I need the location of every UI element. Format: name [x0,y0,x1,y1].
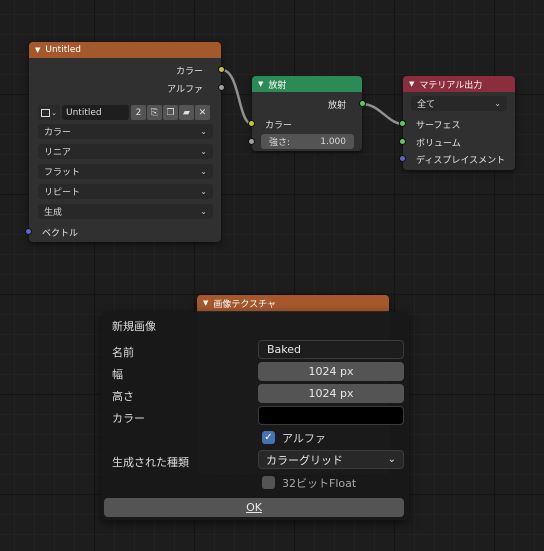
chevron-down-icon: ⌄ [51,108,57,117]
image-node-header[interactable]: ▼ Untitled [29,42,221,58]
height-field[interactable]: 1024 px [258,384,404,403]
chevron-down-icon: ⌄ [200,187,207,196]
input-vector-socket[interactable] [25,228,32,235]
generated-type-dropdown[interactable]: カラーグリッド ⌄ [258,450,404,469]
image-browse-button[interactable]: ⌄ [38,105,60,120]
float-checkbox[interactable] [262,476,275,489]
image-name-field[interactable]: Untitled [62,105,129,120]
input-strength-socket[interactable] [248,138,255,145]
link-emission-to-surface [361,102,404,126]
chevron-down-icon: ⌄ [200,167,207,176]
image-icon [41,108,51,117]
alpha-label: アルファ [282,432,326,445]
width-label: 幅 [112,368,123,381]
duplicate-image-icon[interactable]: ❐ [163,105,178,120]
output-color-label: カラー [175,67,203,77]
chevron-down-icon: ⌄ [494,99,501,108]
projection-dropdown[interactable]: フラット ⌄ [38,164,213,179]
interpolation-dropdown[interactable]: リニア ⌄ [38,144,213,159]
collapse-arrow-icon[interactable]: ▼ [258,80,263,88]
colorspace-dropdown[interactable]: カラー ⌄ [38,124,213,139]
material-output-node[interactable]: ▼ マテリアル出力 全て ⌄ サーフェス ボリューム ディスプレイスメント [399,76,515,170]
tex-node-title: 画像テクスチャ [213,299,277,310]
extension-dropdown[interactable]: リピート ⌄ [38,184,213,199]
input-displacement-label: ディスプレイスメント [416,156,506,166]
chevron-down-icon: ⌄ [200,127,207,136]
collapse-arrow-icon[interactable]: ▼ [35,46,40,54]
tex-node-header[interactable]: ▼ 画像テクスチャ [197,295,389,311]
unlink-close-icon[interactable]: ✕ [195,105,210,120]
height-label: 高さ [112,390,134,403]
input-surface-socket[interactable] [399,120,406,127]
image-texture-node[interactable]: ▼ Untitled カラー アルファ ⌄ Untitled 2 ⎘ ❐ ▰ ✕… [25,42,225,242]
float-label: 32ビットFloat [282,477,357,490]
dialog-title: 新規画像 [112,320,156,333]
new-image-dialog[interactable]: 新規画像 名前 Baked 幅 1024 px 高さ 1024 px カラー ✓… [101,312,409,520]
strength-field[interactable]: 強さ: 1.000 [261,134,354,149]
output-color-socket[interactable] [218,66,225,73]
fake-user-icon[interactable]: ⎘ [147,105,162,120]
color-label: カラー [112,412,145,425]
input-vector-label: ベクトル [42,229,79,239]
output-alpha-socket[interactable] [218,84,225,91]
image-users-count[interactable]: 2 [131,105,146,120]
output-emission-socket[interactable] [359,100,366,107]
input-surface-label: サーフェス [416,121,461,131]
alpha-checkbox[interactable]: ✓ [262,431,275,444]
emission-node[interactable]: ▼ 放射 放射 カラー 強さ: 1.000 [248,76,366,151]
input-volume-label: ボリューム [416,139,461,149]
input-volume-socket[interactable] [399,138,406,145]
emission-node-header[interactable]: ▼ 放射 [252,76,362,92]
output-alpha-label: アルファ [167,85,203,95]
target-dropdown[interactable]: 全て ⌄ [411,96,507,111]
ok-button[interactable]: OK [104,498,404,517]
collapse-arrow-icon[interactable]: ▼ [409,80,414,88]
source-dropdown[interactable]: 生成 ⌄ [38,204,213,219]
generated-type-label: 生成された種類 [112,456,189,469]
width-field[interactable]: 1024 px [258,362,404,381]
collapse-arrow-icon[interactable]: ▼ [203,299,208,307]
link-color-to-emission [221,68,253,126]
image-node-title: Untitled [45,45,81,55]
input-color-socket[interactable] [248,120,255,127]
open-folder-icon[interactable]: ▰ [179,105,194,120]
output-emission-label: 放射 [327,101,346,111]
input-displacement-socket[interactable] [399,155,406,162]
color-swatch[interactable] [258,406,404,425]
input-color-label: カラー [265,121,293,131]
output-node-title: マテリアル出力 [419,80,483,91]
output-node-header[interactable]: ▼ マテリアル出力 [403,76,515,92]
name-label: 名前 [112,346,134,359]
chevron-down-icon: ⌄ [200,147,207,156]
chevron-down-icon: ⌄ [387,454,396,465]
name-field[interactable]: Baked [258,340,404,359]
chevron-down-icon: ⌄ [200,207,207,216]
emission-node-title: 放射 [268,80,287,91]
